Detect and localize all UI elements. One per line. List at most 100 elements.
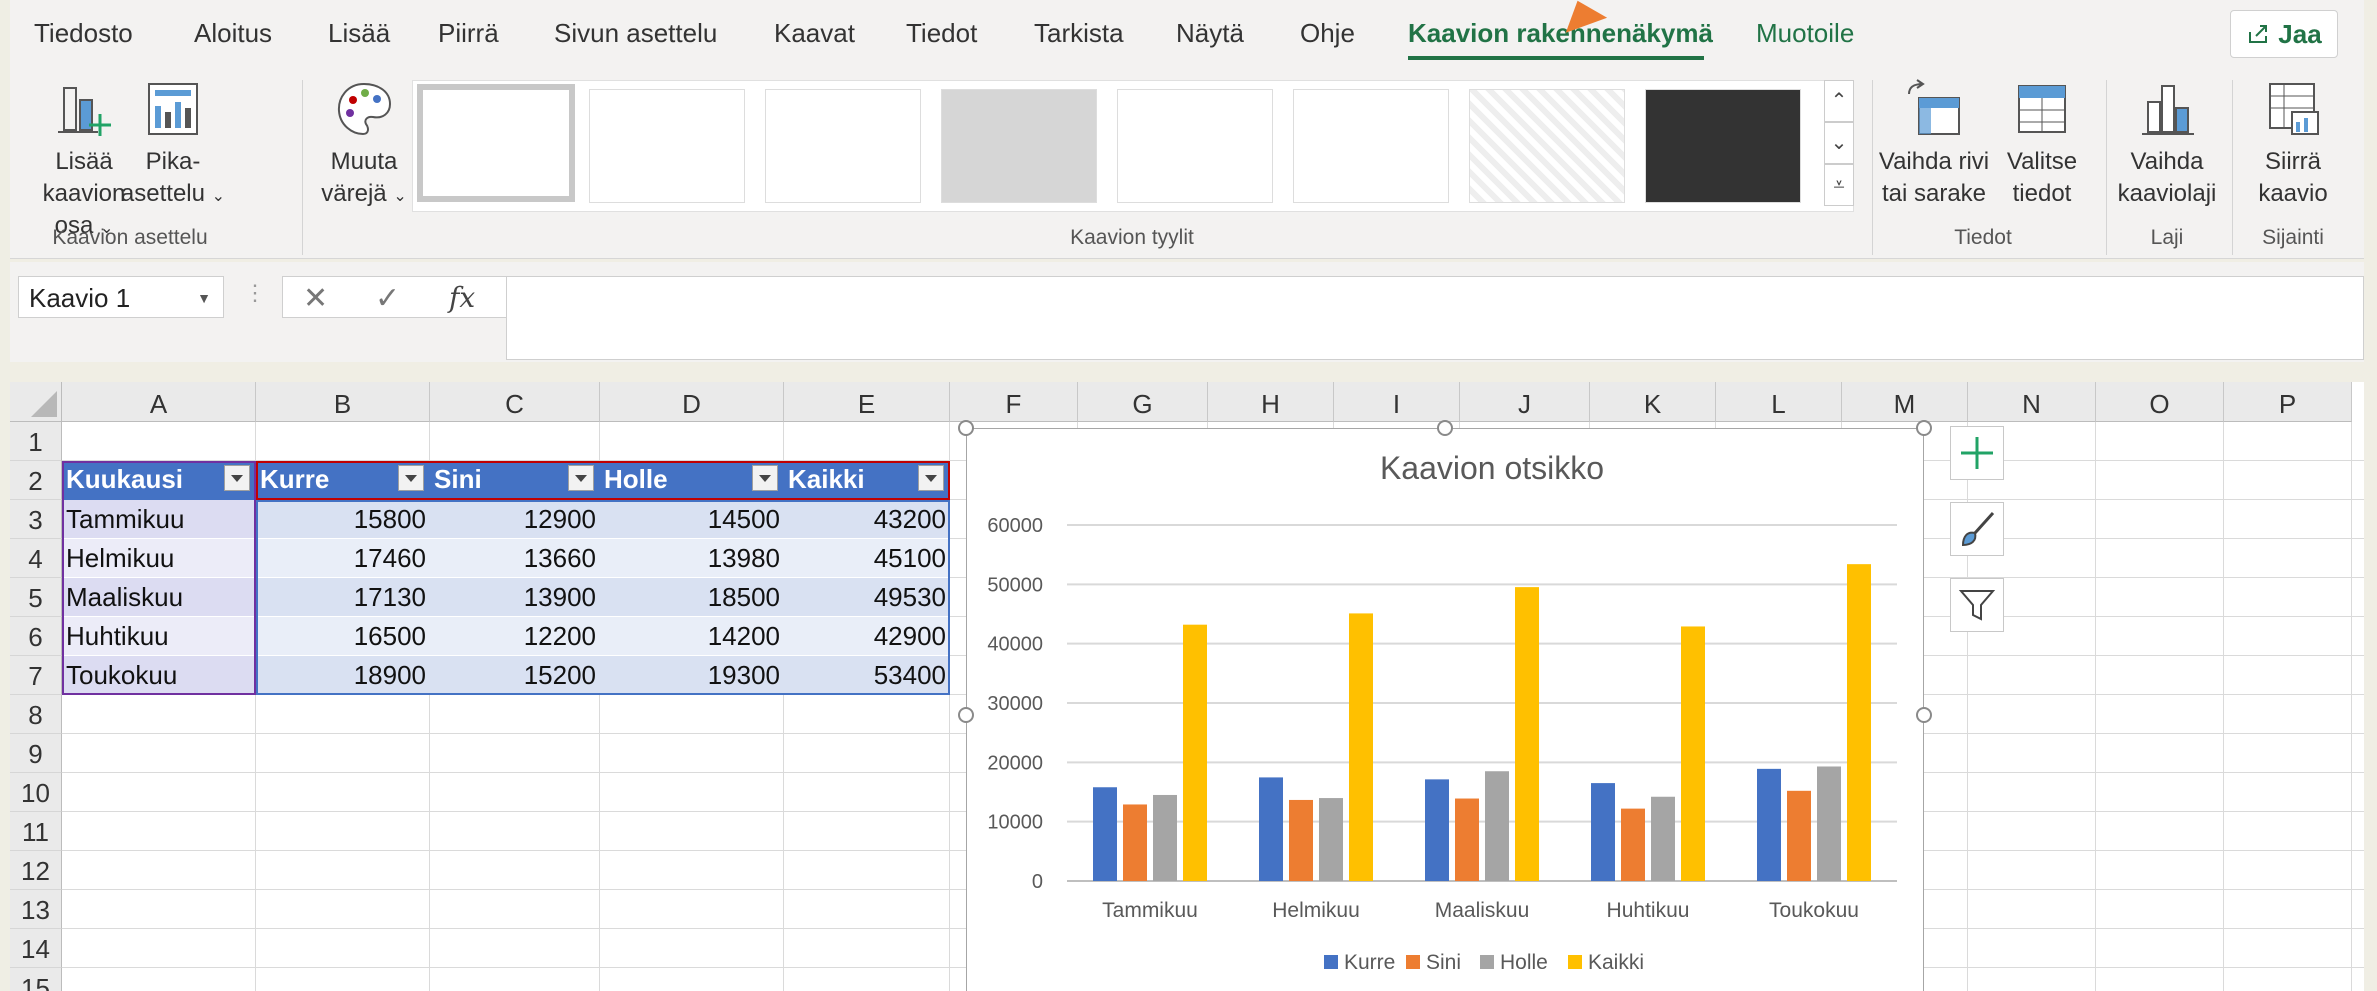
chart-resize-handle[interactable] [958, 707, 974, 723]
chart-styles-button[interactable] [1950, 502, 2004, 556]
chart-style-8[interactable] [1645, 89, 1801, 203]
name-box-value: Kaavio 1 [29, 283, 131, 313]
row-header[interactable]: 13 [10, 890, 62, 929]
group-label-location: Sijainti [2262, 226, 2324, 249]
row-header[interactable]: 5 [10, 578, 62, 617]
drag-handle-icon[interactable]: ⋮ [244, 280, 266, 306]
tab-chart-design[interactable]: Kaavion rakennenäkymä [1408, 18, 1713, 49]
column-header[interactable]: K [1590, 382, 1716, 422]
row-header[interactable]: 8 [10, 695, 62, 734]
row-header[interactable]: 3 [10, 500, 62, 539]
bar-kurre-helmikuu [1259, 777, 1283, 881]
tab-help[interactable]: Ohje [1300, 18, 1355, 49]
column-header[interactable]: P [2224, 382, 2352, 422]
bar-kurre-tammikuu [1093, 787, 1117, 881]
bar-sini-helmikuu [1289, 799, 1313, 881]
column-header[interactable]: C [430, 382, 600, 422]
row-header[interactable]: 7 [10, 656, 62, 695]
column-header[interactable]: F [950, 382, 1078, 422]
tab-page-layout[interactable]: Sivun asettelu [554, 18, 717, 49]
tab-formulas[interactable]: Kaavat [774, 18, 855, 49]
legend-label: Sini [1426, 951, 1461, 974]
gallery-scroll-up[interactable]: ⌃ [1824, 80, 1854, 122]
tab-home[interactable]: Aloitus [194, 18, 272, 49]
legend-swatch [1324, 955, 1338, 969]
chart-object[interactable]: Kaavion otsikko 0 10000 20000 30000 40000 5000… [966, 428, 1924, 991]
chart-resize-handle[interactable] [958, 420, 974, 436]
tab-draw[interactable]: Piirrä [438, 18, 499, 49]
move-chart-button[interactable]: Siirrä kaavio [2238, 78, 2348, 210]
switch-row-column-button[interactable]: Vaihda rivi tai sarake [1876, 78, 1992, 210]
gallery-more[interactable]: ⩡ [1824, 164, 1854, 206]
chart-filters-button[interactable] [1950, 578, 2004, 632]
chart-style-7[interactable] [1469, 89, 1625, 203]
enter-icon[interactable]: ✓ [375, 281, 400, 316]
column-header[interactable]: D [600, 382, 784, 422]
chart-style-4[interactable] [941, 89, 1097, 203]
row-header[interactable]: 14 [10, 929, 62, 968]
select-data-button[interactable]: Valitse tiedot [1994, 78, 2090, 210]
tab-format[interactable]: Muotoile [1756, 18, 1854, 49]
column-header[interactable]: J [1460, 382, 1590, 422]
chevron-down-icon: ▼ [197, 290, 211, 306]
formula-input[interactable] [506, 276, 2364, 360]
chart-style-6[interactable] [1293, 89, 1449, 203]
row-header[interactable]: 9 [10, 734, 62, 773]
row-header[interactable]: 6 [10, 617, 62, 656]
tab-data[interactable]: Tiedot [906, 18, 977, 49]
share-button[interactable]: Jaa [2230, 10, 2338, 58]
change-colors-button[interactable]: Muuta värejä ⌄ [316, 78, 412, 213]
move-chart-label-1: Siirrä [2264, 148, 2321, 175]
chart-styles-gallery [412, 80, 1854, 212]
tab-review[interactable]: Tarkista [1034, 18, 1124, 49]
chart-resize-handle[interactable] [1916, 420, 1932, 436]
excel-window: Tiedosto Aloitus Lisää Piirrä Sivun aset… [0, 0, 2377, 991]
chart-style-1[interactable] [417, 84, 575, 202]
row-header[interactable]: 1 [10, 422, 62, 461]
legend-swatch [1568, 955, 1582, 969]
column-header[interactable]: G [1078, 382, 1208, 422]
row-header[interactable]: 11 [10, 812, 62, 851]
tab-insert[interactable]: Lisää [328, 18, 390, 49]
column-header[interactable]: N [1968, 382, 2096, 422]
row-header[interactable]: 2 [10, 461, 62, 500]
column-header[interactable]: H [1208, 382, 1334, 422]
column-header[interactable]: B [256, 382, 430, 422]
gallery-scroll-down[interactable]: ⌄ [1824, 122, 1854, 164]
chart-resize-handle[interactable] [1437, 420, 1453, 436]
row-header[interactable]: 10 [10, 773, 62, 812]
row-header[interactable]: 12 [10, 851, 62, 890]
column-header[interactable]: M [1842, 382, 1968, 422]
group-label-layout: Kaavion asettelu [52, 226, 208, 249]
quick-layout-button[interactable]: Pika- asettelu ⌄ [110, 78, 236, 213]
row-header[interactable]: 15 [10, 968, 62, 991]
chart-elements-button[interactable] [1950, 426, 2004, 480]
row-header[interactable]: 4 [10, 539, 62, 578]
bar-sini-maaliskuu [1455, 798, 1479, 881]
bar-sini-tammikuu [1123, 804, 1147, 881]
quick-layout-icon [148, 83, 198, 135]
bar-kaikki-helmikuu [1349, 613, 1373, 881]
name-box[interactable]: Kaavio 1 ▼ [18, 276, 224, 318]
chevron-down-icon: ⌄ [393, 188, 407, 205]
chart-style-2[interactable] [589, 89, 745, 203]
cancel-icon[interactable]: ✕ [303, 281, 328, 316]
quick-layout-label-1: Pika- [145, 148, 201, 175]
chart-style-5[interactable] [1117, 89, 1273, 203]
chart-style-3[interactable] [765, 89, 921, 203]
column-header[interactable]: I [1334, 382, 1460, 422]
column-header[interactable]: O [2096, 382, 2224, 422]
select-data-label-1: Valitse [2006, 148, 2078, 175]
change-colors-label-1: Muuta [330, 148, 398, 175]
column-header[interactable]: A [62, 382, 256, 422]
column-header[interactable]: E [784, 382, 950, 422]
insert-function-icon[interactable]: fx [449, 281, 475, 314]
chart-resize-handle[interactable] [1916, 707, 1932, 723]
bar-kaikki-toukokuu [1847, 564, 1871, 881]
bar-kurre-huhtikuu [1591, 783, 1615, 881]
change-chart-type-button[interactable]: Vaihda kaaviolaji [2112, 78, 2222, 210]
column-header[interactable]: L [1716, 382, 1842, 422]
tab-view[interactable]: Näytä [1176, 18, 1244, 49]
tab-file[interactable]: Tiedosto [34, 18, 133, 49]
select-all-corner[interactable] [10, 382, 62, 422]
